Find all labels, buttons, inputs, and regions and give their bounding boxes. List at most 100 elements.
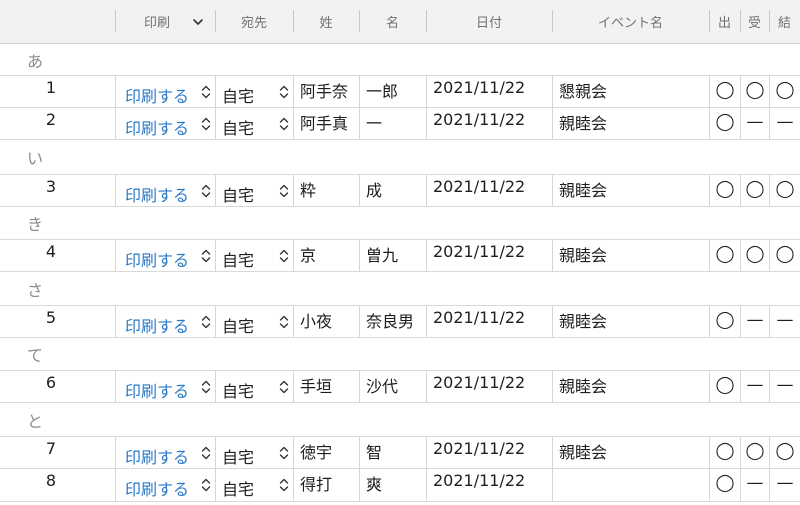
header-m3[interactable]: 結 [769,0,800,43]
table-row[interactable]: 1 印刷する 自宅 阿手奈 一郎 2021/11/22 懇親会 ◯ ◯ ◯ [0,75,800,108]
event-cell[interactable]: 親睦会 [552,437,709,468]
dest-select[interactable]: 自宅 [215,240,293,271]
date-cell[interactable]: 2021/11/22 [426,76,552,107]
sei-cell[interactable]: 京 [293,240,359,271]
mark-cell-m1[interactable]: ◯ [709,240,740,271]
sei-cell[interactable]: 手垣 [293,371,359,402]
header-m2[interactable]: 受 [740,0,769,43]
mark-cell-m2[interactable]: ◯ [740,175,769,206]
header-sei-label: 姓 [319,16,333,31]
mark-cell-m2[interactable]: — [740,108,769,139]
sei-cell[interactable]: 阿手奈 [293,76,359,107]
date-cell[interactable]: 2021/11/22 [426,175,552,206]
mark-cell-m3[interactable]: ◯ [769,240,800,271]
dest-select[interactable]: 自宅 [215,108,293,139]
mark-cell-m3[interactable]: ◯ [769,437,800,468]
dest-select[interactable]: 自宅 [215,306,293,337]
print-select[interactable]: 印刷する [115,175,215,206]
mark-value: — [746,473,764,493]
dest-select[interactable]: 自宅 [215,76,293,107]
mark-cell-m1[interactable]: ◯ [709,469,740,501]
table-row[interactable]: 5 印刷する 自宅 小夜 奈良男 2021/11/22 親睦会 ◯ — — [0,305,800,338]
mei-cell[interactable]: 一郎 [359,76,426,107]
print-select[interactable]: 印刷する [115,240,215,271]
event-cell[interactable]: 親睦会 [552,175,709,206]
header-date[interactable]: 日付 [426,0,552,43]
sei-cell[interactable]: 粋 [293,175,359,206]
header-dest[interactable]: 宛先 [215,0,293,43]
mark-cell-m1[interactable]: ◯ [709,437,740,468]
event-cell[interactable]: 親睦会 [552,108,709,139]
dest-select-value: 自宅 [222,480,255,499]
mei-cell[interactable]: 智 [359,437,426,468]
sei-cell[interactable]: 阿手真 [293,108,359,139]
chevron-down-icon[interactable] [192,16,204,28]
event-cell[interactable] [552,469,709,501]
dest-select[interactable]: 自宅 [215,469,293,501]
header-event[interactable]: イベント名 [552,0,709,43]
event-cell[interactable]: 親睦会 [552,306,709,337]
mark-cell-m1[interactable]: ◯ [709,108,740,139]
mark-cell-m2[interactable]: ◯ [740,437,769,468]
dest-select[interactable]: 自宅 [215,371,293,402]
mark-cell-m2[interactable]: — [740,469,769,501]
mark-cell-m1[interactable]: ◯ [709,306,740,337]
print-select[interactable]: 印刷する [115,437,215,468]
date-cell[interactable]: 2021/11/22 [426,306,552,337]
mark-cell-m3[interactable]: — [769,108,800,139]
date-cell[interactable]: 2021/11/22 [426,469,552,501]
event-cell[interactable]: 懇親会 [552,76,709,107]
event-cell[interactable]: 親睦会 [552,371,709,402]
date-cell[interactable]: 2021/11/22 [426,437,552,468]
group-header: あ [0,45,800,75]
print-select[interactable]: 印刷する [115,108,215,139]
header-sei[interactable]: 姓 [293,0,359,43]
mark-cell-m2[interactable]: ◯ [740,240,769,271]
mei-cell[interactable]: 奈良男 [359,306,426,337]
event-cell[interactable]: 親睦会 [552,240,709,271]
date-cell[interactable]: 2021/11/22 [426,108,552,139]
date-cell[interactable]: 2021/11/22 [426,371,552,402]
mei-cell[interactable]: 曽九 [359,240,426,271]
table-row[interactable]: 2 印刷する 自宅 阿手真 一 2021/11/22 親睦会 ◯ — — [0,108,800,140]
sei-cell[interactable]: 得打 [293,469,359,501]
mark-cell-m1[interactable]: ◯ [709,76,740,107]
event-value: 親睦会 [559,312,608,331]
mei-cell[interactable]: 沙代 [359,371,426,402]
header-m1[interactable]: 出 [709,0,740,43]
print-select-value: 印刷する [125,382,190,401]
mark-value: — [746,112,764,132]
print-select[interactable]: 印刷する [115,469,215,501]
date-cell[interactable]: 2021/11/22 [426,240,552,271]
table-row[interactable]: 6 印刷する 自宅 手垣 沙代 2021/11/22 親睦会 ◯ — — [0,370,800,403]
mark-cell-m3[interactable]: — [769,469,800,501]
mei-value: 成 [366,181,383,200]
mark-cell-m1[interactable]: ◯ [709,175,740,206]
dest-select[interactable]: 自宅 [215,437,293,468]
mark-cell-m3[interactable]: — [769,371,800,402]
print-select[interactable]: 印刷する [115,371,215,402]
table-row[interactable]: 7 印刷する 自宅 徳宇 智 2021/11/22 親睦会 ◯ ◯ ◯ [0,436,800,469]
mark-cell-m3[interactable]: ◯ [769,76,800,107]
print-select[interactable]: 印刷する [115,76,215,107]
mark-cell-m3[interactable]: ◯ [769,175,800,206]
mark-cell-m2[interactable]: — [740,371,769,402]
mei-cell[interactable]: 成 [359,175,426,206]
mark-cell-m1[interactable]: ◯ [709,371,740,402]
mei-cell[interactable]: 一 [359,108,426,139]
sei-cell[interactable]: 小夜 [293,306,359,337]
mark-cell-m3[interactable]: — [769,306,800,337]
dest-select[interactable]: 自宅 [215,175,293,206]
mark-cell-m2[interactable]: ◯ [740,76,769,107]
print-select-value: 印刷する [125,448,190,467]
row-number-cell: 7 [0,437,115,468]
table-row[interactable]: 8 印刷する 自宅 得打 爽 2021/11/22 ◯ — — [0,469,800,502]
mark-cell-m2[interactable]: — [740,306,769,337]
table-row[interactable]: 4 印刷する 自宅 京 曽九 2021/11/22 親睦会 ◯ ◯ ◯ [0,239,800,272]
header-mei[interactable]: 名 [359,0,426,43]
sei-cell[interactable]: 徳宇 [293,437,359,468]
print-select[interactable]: 印刷する [115,306,215,337]
mei-cell[interactable]: 爽 [359,469,426,501]
table-row[interactable]: 3 印刷する 自宅 粋 成 2021/11/22 親睦会 ◯ ◯ ◯ [0,174,800,207]
header-divider [215,10,216,32]
